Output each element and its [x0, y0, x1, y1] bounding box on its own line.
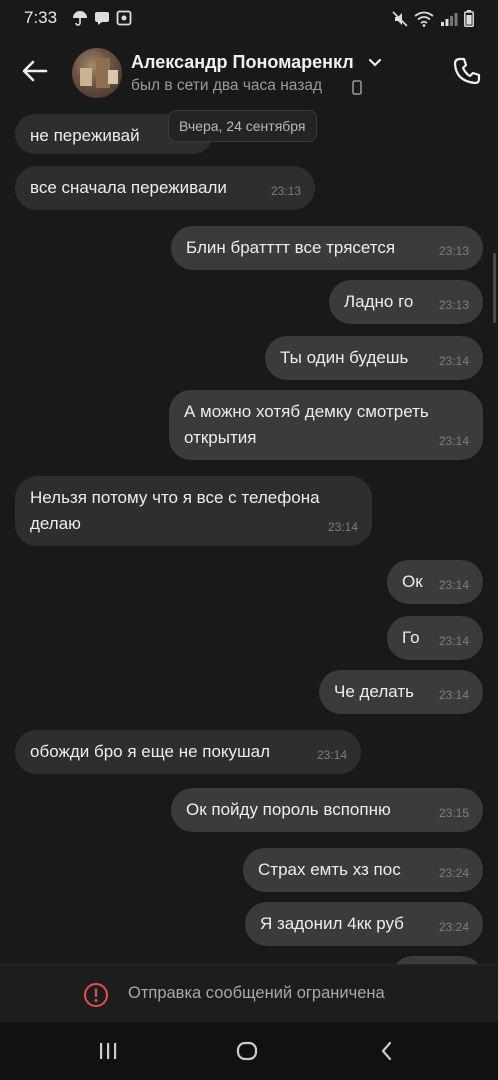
outgoing-message[interactable]: Ты один будешь 23:14 — [265, 336, 483, 380]
message-timestamp: 23:14 — [438, 578, 469, 592]
outgoing-message[interactable]: А можно хотяб демку смотреть открытия 23:1… — [169, 390, 483, 460]
message-line: делаю — [30, 514, 81, 533]
nav-back-icon[interactable] — [376, 1040, 398, 1062]
message-text: Ты один будешь — [280, 348, 409, 367]
chat-icon — [95, 12, 109, 25]
home-icon[interactable] — [236, 1040, 258, 1062]
gallery-icon — [116, 10, 132, 26]
chevron-down-icon[interactable] — [368, 58, 382, 68]
message-timestamp: 23:13 — [438, 298, 469, 312]
outgoing-message[interactable]: Ок пойду пороль вспопню 23:15 — [171, 788, 483, 832]
message-timestamp: 23:13 — [438, 244, 469, 258]
message-timestamp: 23:15 — [438, 806, 469, 820]
message-text: Ладно го — [344, 292, 414, 311]
incoming-message[interactable]: Нельзя потому что я все с телефона делаю 2… — [15, 476, 372, 546]
message-timestamp: 23:24 — [438, 920, 469, 934]
call-icon[interactable] — [452, 56, 482, 86]
wifi-icon — [414, 11, 434, 27]
message-list[interactable]: не переживай 23:13 все сначала переживали 2… — [0, 108, 498, 964]
notification-icons — [72, 10, 132, 26]
outgoing-message[interactable] — [391, 956, 483, 964]
outgoing-message[interactable]: Че делать 23:14 — [319, 670, 483, 714]
message-timestamp: 23:14 — [316, 748, 347, 762]
last-seen-status: был в сети два часа назад — [131, 77, 323, 94]
message-line: Нельзя потому что я все с телефона — [30, 488, 320, 507]
chat-header: Александр Пономаренкл был в сети два час… — [0, 36, 498, 108]
message-timestamp: 23:14 — [438, 434, 469, 448]
status-bar: 7:33 — [0, 0, 498, 36]
message-text: А можно хотяб демку смотреть открытия — [184, 399, 429, 451]
message-timestamp: 23:13 — [270, 184, 301, 198]
system-icons — [392, 10, 474, 27]
message-text: Страх емть хз пос — [258, 860, 401, 879]
date-separator: Вчера, 24 сентября — [168, 110, 317, 142]
message-timestamp: 23:14 — [438, 354, 469, 368]
outgoing-message[interactable]: Я задонил 4кк руб 23:24 — [245, 902, 483, 946]
recent-apps-icon[interactable] — [97, 1040, 119, 1062]
message-text: не переживай — [30, 126, 140, 145]
mute-icon — [392, 10, 408, 27]
message-text: Ок — [402, 572, 423, 591]
message-text: Нельзя потому что я все с телефона делаю — [30, 485, 320, 537]
outgoing-message[interactable]: Страх емть хз пос 23:24 — [243, 848, 483, 892]
message-text: обожди бро я еще не покушал — [30, 742, 271, 761]
message-text: Блин братттт все трясется — [186, 238, 396, 257]
contact-avatar[interactable] — [72, 48, 122, 98]
restriction-text: Отправка сообщений ограничена — [128, 984, 385, 1002]
status-time: 7:33 — [24, 8, 58, 27]
message-text: Го — [402, 628, 420, 647]
contact-name[interactable]: Александр Пономаренкл — [131, 52, 354, 73]
restriction-banner: Отправка сообщений ограничена — [0, 964, 498, 1023]
message-timestamp: 23:24 — [438, 866, 469, 880]
scrollbar[interactable] — [493, 253, 496, 323]
outgoing-message[interactable]: Го 23:14 — [387, 616, 483, 660]
mobile-device-icon — [352, 80, 362, 95]
back-arrow-icon[interactable] — [20, 56, 50, 86]
incoming-message[interactable]: обожди бро я еще не покушал 23:14 — [15, 730, 361, 774]
message-text: Ок пойду пороль вспопню — [186, 800, 391, 819]
warning-icon — [84, 983, 108, 1007]
outgoing-message[interactable]: Ладно го 23:13 — [329, 280, 483, 324]
message-text: Я задонил 4кк руб — [260, 914, 404, 933]
outgoing-message[interactable]: Блин братттт все трясется 23:13 — [171, 226, 483, 270]
incoming-message[interactable]: все сначала переживали 23:13 — [15, 166, 315, 210]
umbrella-icon — [73, 11, 87, 26]
message-text: все сначала переживали — [30, 178, 227, 197]
navigation-bar — [0, 1022, 498, 1080]
outgoing-message[interactable]: Ок 23:14 — [387, 560, 483, 604]
message-timestamp: 23:14 — [438, 688, 469, 702]
message-timestamp: 23:14 — [327, 520, 358, 534]
message-line: А можно хотяб демку смотреть — [184, 402, 429, 421]
message-text: Че делать — [334, 682, 414, 701]
battery-icon — [464, 10, 474, 27]
signal-icon — [441, 12, 458, 26]
message-timestamp: 23:14 — [438, 634, 469, 648]
message-line: открытия — [184, 428, 257, 447]
